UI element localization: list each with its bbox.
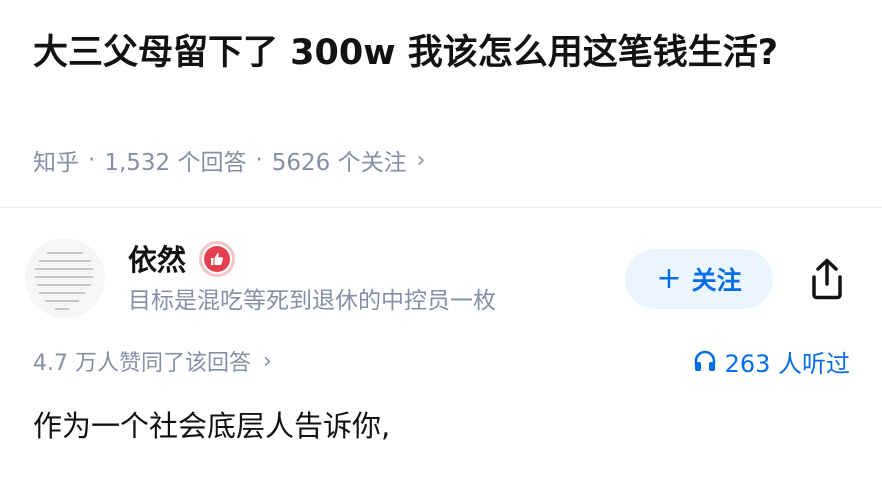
avatar-text-line <box>37 284 91 286</box>
author-avatar[interactable] <box>25 238 105 318</box>
avatar-text-line <box>39 260 91 262</box>
separator-dot: · <box>88 147 96 173</box>
vote-count-text: 4.7 万人赞同了该回答 <box>33 351 251 376</box>
headphones-icon <box>694 350 715 371</box>
question-meta[interactable]: 知乎 · 1,532 个回答 · 5626 个关注 › <box>33 142 425 178</box>
avatar-text-line <box>45 300 79 302</box>
answer-count: 1,532 个回答 <box>104 150 247 176</box>
avatar-text-line <box>55 308 69 310</box>
listen-button[interactable]: 263 人听过 <box>693 343 850 379</box>
share-icon[interactable] <box>806 257 848 301</box>
chevron-right-icon: › <box>262 348 272 374</box>
author-name[interactable]: 依然 <box>128 240 186 280</box>
separator-dot: · <box>255 147 263 173</box>
follower-count: 5626 个关注 <box>271 150 407 176</box>
chevron-right-icon: › <box>416 147 426 173</box>
author-bio: 目标是混吃等死到退休的中控员一枚 <box>128 288 496 314</box>
vote-summary[interactable]: 4.7 万人赞同了该回答 › <box>33 343 272 379</box>
avatar-text-line <box>47 252 83 254</box>
avatar-text-line <box>35 268 93 270</box>
avatar-text-line <box>35 276 93 278</box>
follow-label: 关注 <box>691 266 742 295</box>
follow-button[interactable]: + 关注 <box>625 249 773 309</box>
section-divider <box>0 206 882 208</box>
question-title[interactable]: 大三父母留下了 300w 我该怎么用这笔钱生活? <box>33 26 833 80</box>
thumbs-up-badge-icon <box>199 241 235 277</box>
plus-icon: + <box>656 261 682 296</box>
avatar-text-line <box>39 292 85 294</box>
listen-count: 263 人听过 <box>724 349 850 378</box>
answer-content: 作为一个社会底层人告诉你, <box>33 409 391 443</box>
source-label: 知乎 <box>33 150 79 176</box>
